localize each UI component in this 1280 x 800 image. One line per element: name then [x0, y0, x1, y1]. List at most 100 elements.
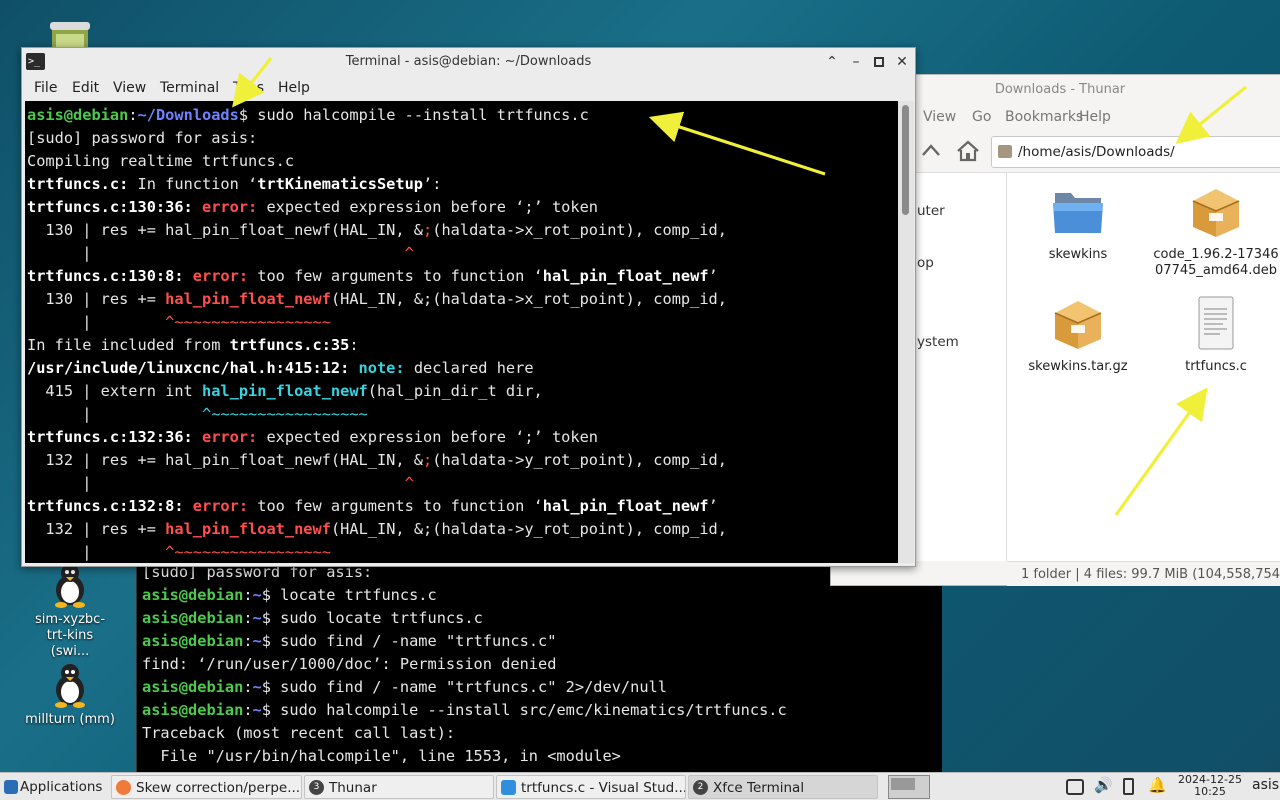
thunar-menu-bookmarks[interactable]: Bookmarks: [1005, 109, 1083, 125]
file-item-trtfuncs[interactable]: trtfuncs.c: [1151, 295, 1280, 375]
maximize-button[interactable]: [869, 52, 889, 72]
window-group-icon: 2: [693, 780, 708, 795]
terminal-line: trtfuncs.c:132:8: error: too few argumen…: [27, 495, 727, 518]
terminal-text: ~: [252, 609, 262, 627]
chevron-up-icon[interactable]: ⌃: [822, 52, 842, 72]
notification-bell-icon[interactable]: 🔔: [1148, 776, 1167, 794]
terminal-line: File "/usr/bin/halcompile", line 1553, i…: [142, 745, 787, 768]
menu-file[interactable]: File: [34, 80, 57, 96]
terminal-line: | ^: [27, 472, 727, 495]
sidebar-item-desktop[interactable]: op: [917, 255, 934, 271]
up-icon[interactable]: [919, 139, 943, 163]
terminal-text: expected expression before ‘;’ token: [257, 428, 599, 446]
thunar-menu-go[interactable]: Go: [972, 109, 991, 125]
terminal-text: |: [27, 543, 166, 561]
workspace-switcher[interactable]: [888, 775, 930, 799]
terminal-scrollbar[interactable]: [898, 101, 914, 563]
terminal-text: [sudo] password for asis:: [27, 129, 258, 147]
background-terminal[interactable]: [sudo] password for asis: asis@debian:~$ …: [136, 540, 942, 772]
terminal-menubar: File Edit View Terminal Tabs Help: [22, 76, 915, 101]
battery-icon[interactable]: [1123, 778, 1134, 795]
terminal-text: asis@debian: [142, 632, 244, 650]
terminal-line: | ^~~~~~~~~~~~~~~~~~: [27, 541, 727, 563]
terminal-window[interactable]: >_ Terminal - asis@debian: ~/Downloads ⌃…: [21, 47, 916, 567]
terminal-text: trtfuncs.c:132:36:: [27, 428, 202, 446]
terminal-text: ;: [423, 451, 433, 469]
menu-help[interactable]: Help: [278, 80, 310, 96]
desktop-icon-sim-xyzbc[interactable]: sim-xyzbc-trt-kins (swi...: [22, 560, 118, 660]
desktop-icon-millturn[interactable]: millturn (mm): [22, 660, 118, 728]
terminal-text: :: [243, 632, 253, 650]
terminal-text: 130 | res += hal_pin_float_newf(HAL_IN, …: [27, 221, 424, 239]
terminal-text: hal_pin_float_newf: [542, 267, 709, 285]
terminal-text: /usr/include/linuxcnc/hal.h:415:12:: [27, 359, 359, 377]
terminal-text: note:: [358, 359, 405, 377]
terminal-line: 132 | res += hal_pin_float_newf(HAL_IN, …: [27, 449, 727, 472]
terminal-text: ^~~~~~~~~~~~~~~~~~: [165, 313, 331, 331]
sidebar-item-filesystem[interactable]: ystem: [917, 334, 959, 350]
thunar-menu-view[interactable]: View: [923, 109, 956, 125]
package-icon: [1049, 295, 1107, 351]
terminal-text: $ sudo halcompile --install trtfuncs.c: [238, 106, 589, 124]
taskbar: Applications Skew correction/perpe... 3 …: [0, 772, 1280, 800]
terminal-text: find: ‘/run/user/1000/doc’: Permission d…: [142, 655, 557, 673]
terminal-line: Traceback (most recent call last):: [142, 722, 787, 745]
terminal-text: asis@debian: [142, 701, 244, 719]
file-item-code-deb[interactable]: code_1.96.2-17346 07745_amd64.deb: [1151, 183, 1280, 279]
terminal-text: error:: [201, 198, 258, 216]
taskbar-item-thunar[interactable]: 3 Thunar: [304, 775, 494, 799]
taskbar-item-terminal[interactable]: 2 Xfce Terminal: [688, 775, 878, 799]
terminal-text: asis@debian: [27, 106, 129, 124]
terminal-text: $ sudo find / -name "trtfuncs.c": [261, 632, 557, 650]
taskbar-item-vscode[interactable]: trtfuncs.c - Visual Stud...: [496, 775, 686, 799]
folder-small-icon: [998, 145, 1012, 158]
taskbar-item-label: trtfuncs.c - Visual Stud...: [521, 780, 686, 796]
terminal-text: error:: [192, 497, 249, 515]
scrollbar-thumb[interactable]: [902, 105, 909, 215]
terminal-text: In function ‘: [128, 175, 258, 193]
menu-terminal[interactable]: Terminal: [160, 80, 219, 96]
minimize-button[interactable]: –: [846, 52, 866, 72]
menu-view[interactable]: View: [113, 80, 146, 96]
terminal-titlebar[interactable]: >_ Terminal - asis@debian: ~/Downloads ⌃…: [22, 48, 915, 76]
terminal-text: ^: [404, 244, 414, 262]
terminal-output: asis@debian:~/Downloads$ sudo halcompile…: [27, 104, 727, 563]
menu-edit[interactable]: Edit: [72, 80, 99, 96]
file-item-skewkins[interactable]: skewkins: [1013, 183, 1143, 263]
file-item-skewkins-tar[interactable]: skewkins.tar.gz: [1013, 295, 1143, 375]
close-button[interactable]: ✕: [892, 52, 912, 72]
volume-icon[interactable]: 🔊: [1094, 776, 1113, 794]
terminal-text: asis@debian: [142, 586, 244, 604]
network-icon[interactable]: [1066, 779, 1084, 795]
sidebar-item-computer[interactable]: uter: [917, 203, 945, 219]
user-menu[interactable]: asis: [1252, 777, 1279, 793]
applications-menu[interactable]: Applications: [2, 775, 110, 799]
terminal-text: |: [27, 313, 166, 331]
location-bar[interactable]: /home/asis/Downloads/: [991, 136, 1280, 168]
terminal-text: trtfuncs.c:132:8:: [27, 497, 193, 515]
menu-tabs[interactable]: Tabs: [233, 80, 264, 96]
terminal-line: trtfuncs.c:130:36: error: expected expre…: [27, 196, 727, 219]
terminal-text: :: [128, 106, 138, 124]
file-label: trtfuncs.c: [1185, 359, 1247, 374]
terminal-text: $ sudo find / -name "trtfuncs.c" 2>/dev/…: [261, 678, 667, 696]
terminal-line: asis@debian:~$ sudo find / -name "trtfun…: [142, 676, 787, 699]
terminal-text: expected expression before ‘;’ token: [257, 198, 599, 216]
terminal-text: ;: [423, 221, 433, 239]
terminal-line: asis@debian:~$ sudo find / -name "trtfun…: [142, 630, 787, 653]
taskbar-item-label: Xfce Terminal: [713, 780, 805, 796]
terminal-line: | ^: [27, 242, 727, 265]
terminal-line: In file included from trtfuncs.c:35:: [27, 334, 727, 357]
clock-time: 10:25: [1194, 785, 1226, 798]
firefox-icon: [116, 780, 131, 795]
file-label: skewkins: [1048, 247, 1108, 262]
terminal-line: | ^~~~~~~~~~~~~~~~~~: [27, 403, 727, 426]
clock[interactable]: 2024-12-25 10:25: [1175, 774, 1245, 798]
terminal-line: asis@debian:~$ sudo locate trtfuncs.c: [142, 607, 787, 630]
vscode-icon: [501, 780, 516, 795]
thunar-menu-help[interactable]: Help: [1079, 109, 1111, 125]
home-icon[interactable]: [955, 138, 981, 164]
taskbar-item-firefox[interactable]: Skew correction/perpe...: [111, 775, 302, 799]
file-label: skewkins.tar.gz: [1028, 359, 1128, 374]
terminal-output-area[interactable]: asis@debian:~/Downloads$ sudo halcompile…: [25, 101, 898, 563]
